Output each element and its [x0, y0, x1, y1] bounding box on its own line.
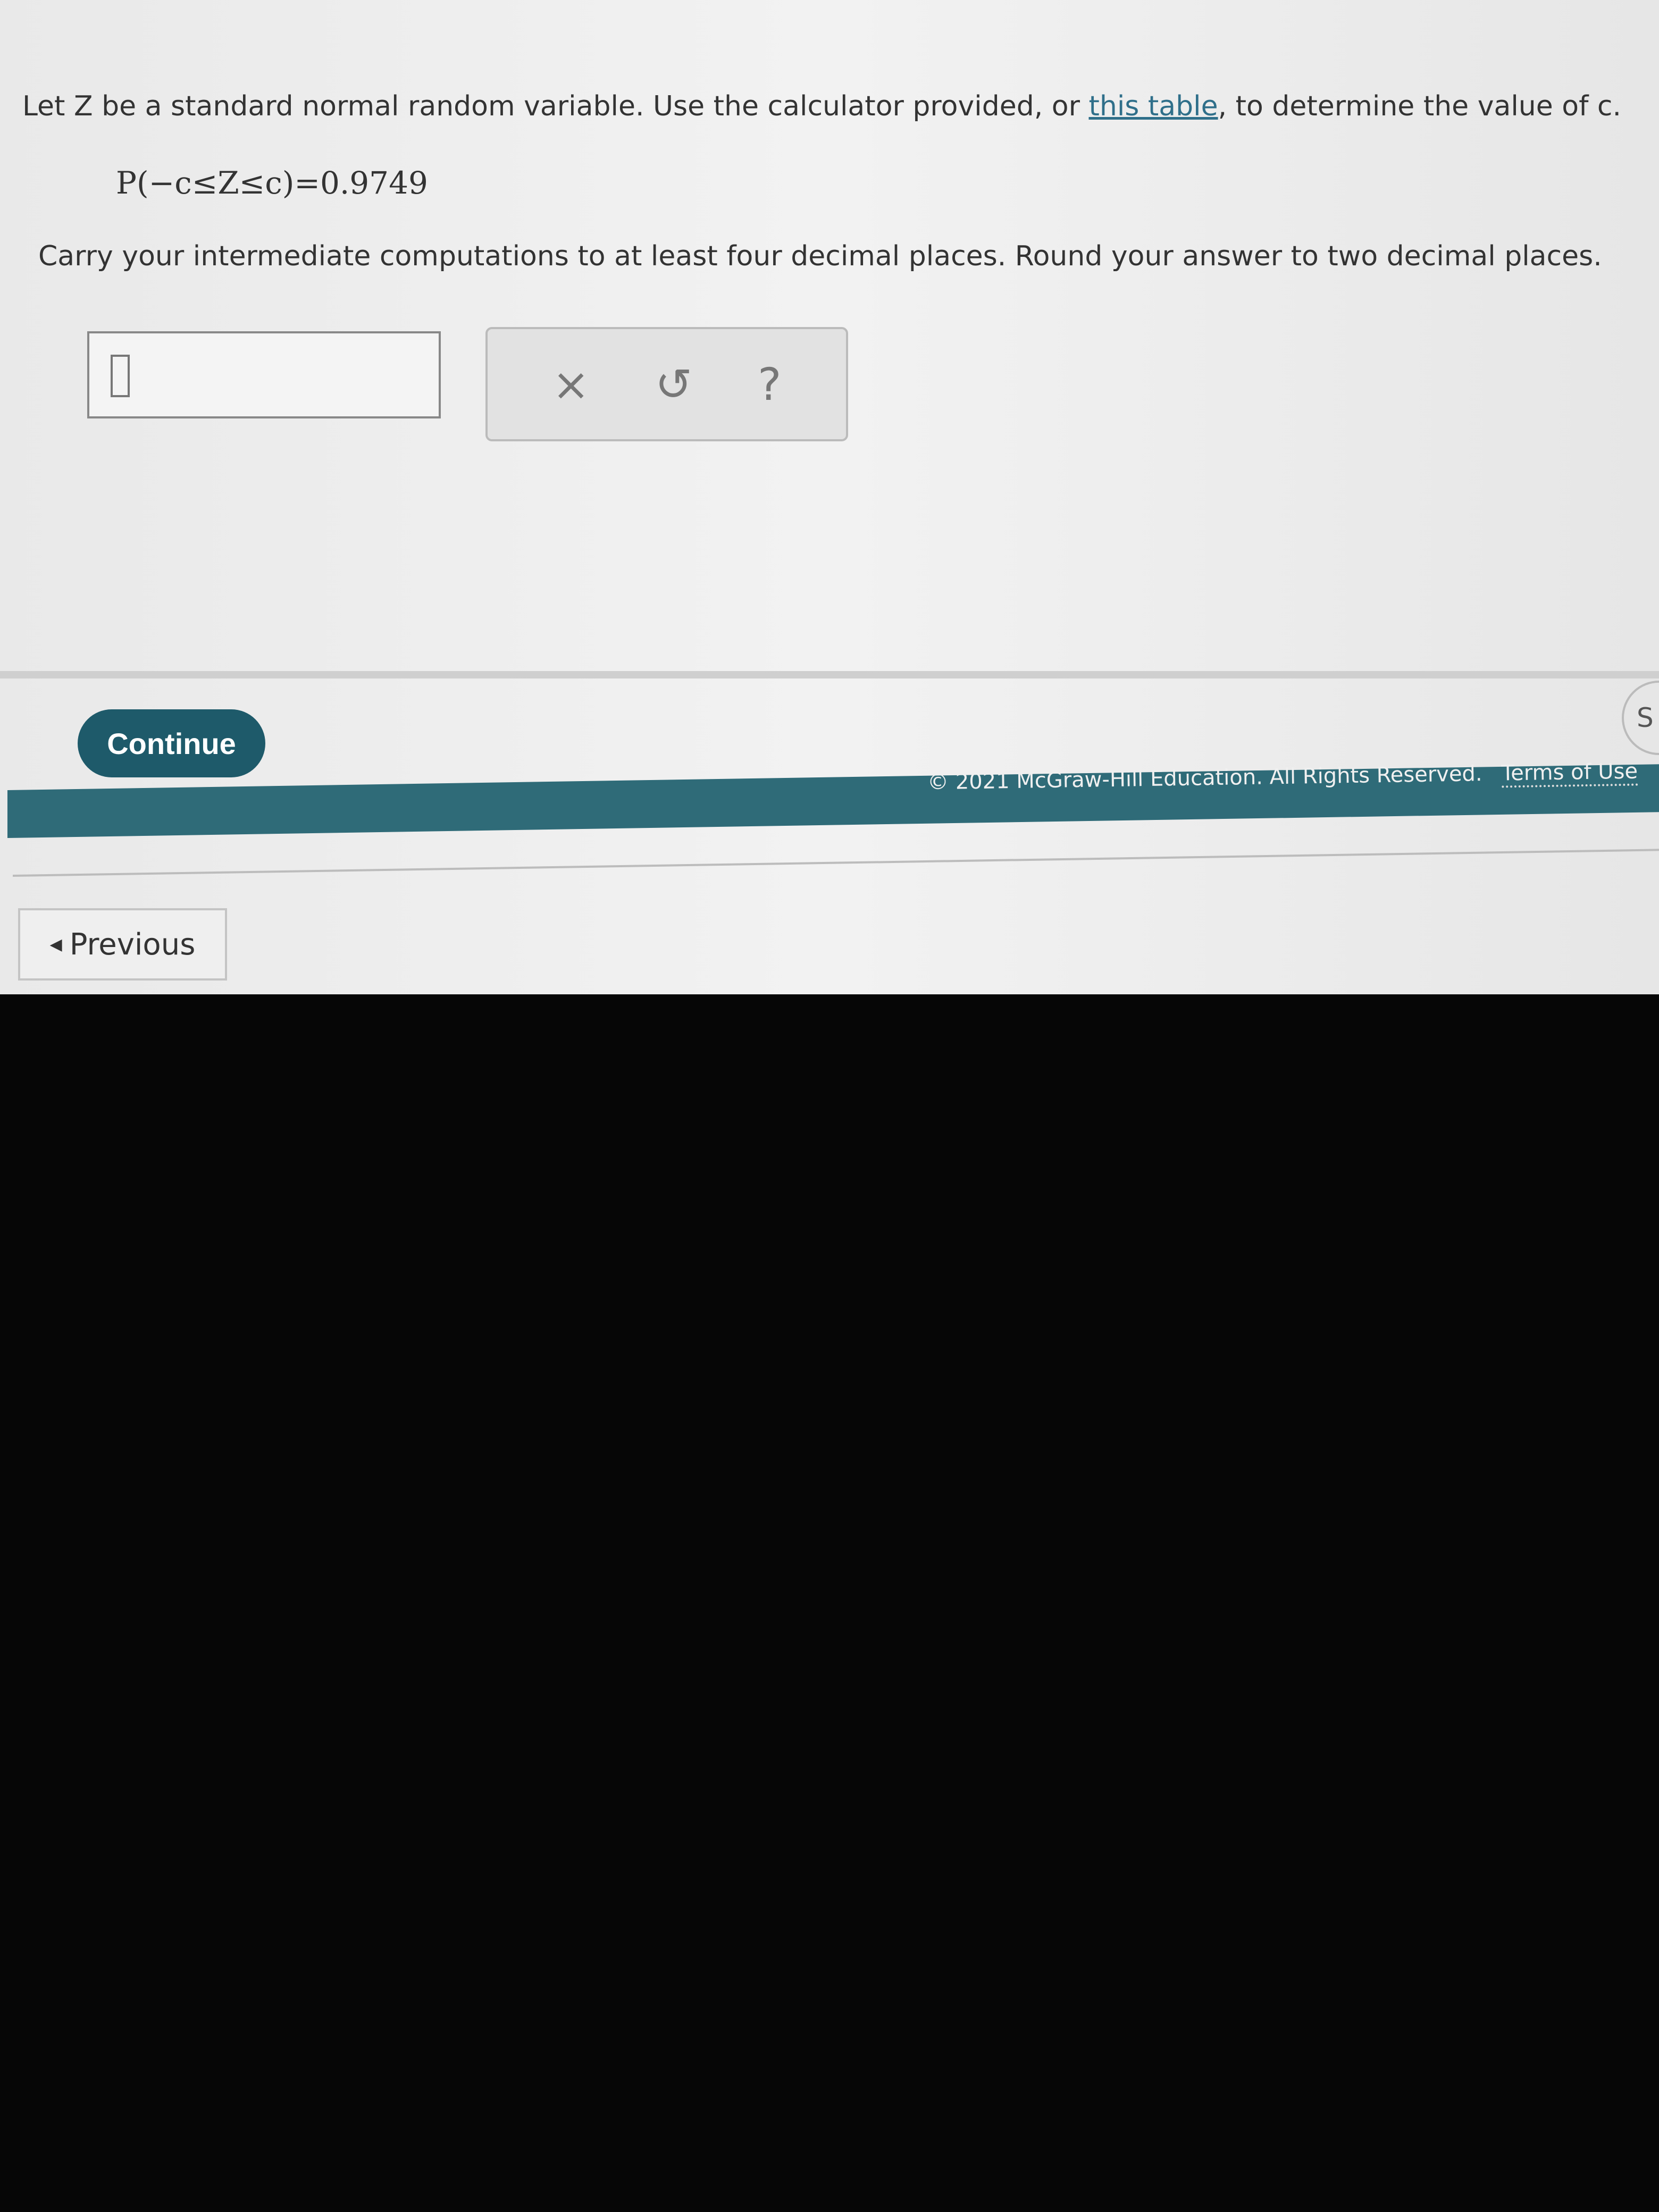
side-button-label: S	[1637, 702, 1654, 733]
table-link[interactable]: this table	[1088, 90, 1218, 122]
divider	[0, 671, 1659, 678]
question-text: Let Z be a standard normal random variab…	[22, 90, 1621, 122]
browser-screen: Let Z be a standard normal random variab…	[0, 0, 1659, 994]
help-icon[interactable]: ?	[758, 358, 782, 410]
clear-icon[interactable]: ×	[552, 358, 589, 410]
question-prefix: Let Z be a standard normal random variab…	[22, 90, 1089, 122]
terms-link[interactable]: Terms of Use	[1501, 759, 1638, 788]
answer-tools: × ↺ ?	[485, 327, 848, 441]
question-suffix: , to determine the value of c.	[1218, 90, 1622, 122]
instruction-text: Carry your intermediate computations to …	[38, 240, 1602, 272]
continue-button[interactable]: Continue	[78, 709, 265, 777]
text-cursor	[111, 355, 130, 397]
previous-label: Previous	[69, 927, 196, 962]
answer-input[interactable]	[87, 331, 441, 418]
probability-formula: P(−c≤Z≤c)=0.9749	[116, 165, 428, 201]
caret-left-icon: ◀	[49, 935, 62, 954]
previous-button[interactable]: ◀ Previous	[18, 908, 227, 981]
divider-line	[12, 849, 1659, 877]
undo-icon[interactable]: ↺	[655, 358, 692, 410]
side-button[interactable]: S	[1622, 681, 1659, 755]
